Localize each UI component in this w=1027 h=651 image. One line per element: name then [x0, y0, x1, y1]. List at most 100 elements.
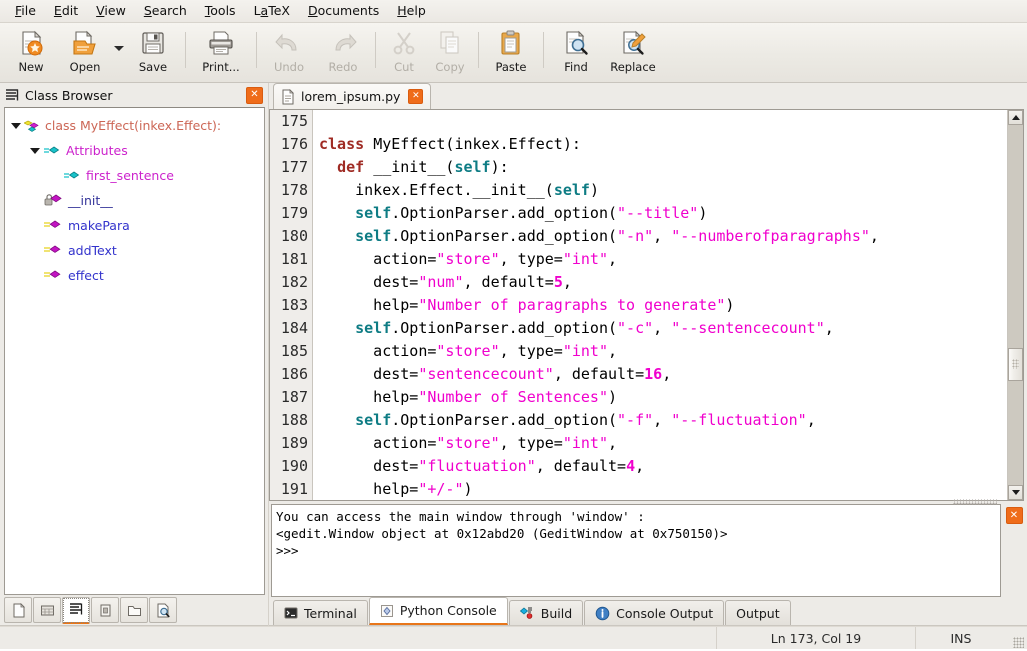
code-line: def __init__(self): — [337, 158, 509, 176]
code-view[interactable]: 175 176 177 178 179 180 181 182 183 184 185 186 187 1… — [270, 110, 1007, 500]
tab-build[interactable]: Build — [508, 600, 584, 625]
side-panel-close-icon[interactable] — [246, 86, 263, 104]
cut-button[interactable]: Cut — [381, 26, 427, 81]
undo-arrow-icon — [274, 29, 304, 57]
code-text[interactable]: class MyEffect(inkex.Effect): def __init… — [313, 110, 1007, 500]
document-tab-close-icon[interactable] — [408, 89, 424, 104]
code-line: self.OptionParser.add_option("--title") — [355, 204, 708, 222]
menu-item-view[interactable]: View — [87, 1, 135, 21]
line-number: 178 — [280, 181, 308, 199]
code-line: dest="fluctuation", default=4, — [319, 457, 645, 475]
window-resize-grip[interactable] — [1006, 626, 1027, 651]
code-line: help="+/-") — [319, 480, 473, 498]
line-number-gutter: 175 176 177 178 179 180 181 182 183 184 185 186 187 1… — [270, 110, 313, 500]
open-dropdown-button[interactable] — [112, 26, 126, 78]
panel-button-documents[interactable] — [4, 597, 32, 623]
replace-button[interactable]: Replace — [603, 26, 663, 81]
bottom-panel-close-icon[interactable] — [1005, 507, 1023, 524]
tree-item-effect[interactable]: effect — [5, 263, 264, 288]
code-line: help="Number of paragraphs to generate") — [319, 296, 735, 314]
main-body: Class Browser class MyE — [0, 83, 1027, 626]
tree-item-init[interactable]: __init__ — [5, 188, 264, 213]
paste-button[interactable]: Paste — [484, 26, 538, 81]
panel-button-class-browser[interactable] — [62, 596, 90, 624]
menu-item-latex[interactable]: LaTeX — [245, 1, 299, 21]
bottom-panel-tabs: Terminal Python Console Build Console Ou… — [269, 597, 1027, 626]
code-line: self.OptionParser.add_option("-f", "--fl… — [355, 411, 816, 429]
tree-item-makepara[interactable]: makePara — [5, 213, 264, 238]
class-browser-icon — [69, 602, 84, 617]
menu-item-file[interactable]: File — [6, 1, 45, 21]
save-button[interactable]: Save — [126, 26, 180, 81]
tab-label: Console Output — [616, 605, 714, 621]
expander-toggle[interactable] — [8, 118, 24, 134]
find-button[interactable]: Find — [549, 26, 603, 81]
printer-icon — [206, 29, 236, 57]
open-folder-icon — [70, 29, 100, 57]
find-magnifier-icon — [561, 29, 591, 57]
print-button[interactable]: Print... — [191, 26, 251, 81]
menu-item-help[interactable]: Help — [388, 1, 435, 21]
snippets-icon — [98, 603, 113, 618]
code-line: inkex.Effect.__init__(self) — [319, 181, 599, 199]
attributes-node-icon — [43, 143, 62, 159]
class-tree-container[interactable]: class MyEffect(inkex.Effect): Attributes — [4, 107, 265, 595]
new-button[interactable]: New — [4, 26, 58, 81]
copy-button[interactable]: Copy — [427, 26, 473, 81]
document-tab-lorem-ipsum[interactable]: lorem_ipsum.py — [273, 83, 432, 109]
tree-item-label: makePara — [68, 218, 130, 233]
build-icon — [519, 606, 535, 620]
code-line: action="store", type="int", — [319, 342, 618, 360]
menu-item-tools[interactable]: Tools — [196, 1, 245, 21]
python-console-output[interactable]: You can access the main window through '… — [271, 504, 1001, 597]
python-file-icon — [281, 88, 295, 105]
tree-item-first-sentence[interactable]: first_sentence — [5, 163, 264, 188]
open-button[interactable]: Open — [58, 26, 112, 81]
panel-resize-grip[interactable] — [953, 499, 997, 505]
document-tab-strip: lorem_ipsum.py — [269, 83, 1027, 109]
panel-button-snippets[interactable] — [91, 597, 119, 623]
tab-label: Output — [736, 605, 780, 621]
tree-item-addtext[interactable]: addText — [5, 238, 264, 263]
tab-console-output[interactable]: Console Output — [584, 600, 725, 625]
print-button-label: Print... — [202, 60, 240, 74]
python-console-icon — [380, 604, 394, 618]
class-browser-icon — [4, 87, 20, 103]
editor-area: lorem_ipsum.py 1751761771781791801811821… — [269, 83, 1027, 626]
scrollbar-thumb[interactable] — [1008, 348, 1023, 381]
panel-button-folder[interactable] — [120, 597, 148, 623]
redo-arrow-icon — [328, 29, 358, 57]
scrollbar-track[interactable] — [1008, 125, 1023, 485]
bottom-panel: You can access the main window through '… — [269, 499, 1027, 626]
expander-toggle[interactable] — [27, 143, 43, 159]
tree-item-label: effect — [68, 268, 104, 283]
panel-button-document-search[interactable] — [149, 597, 177, 623]
toolbar: New Open Save Print... Undo Redo Cut Cop… — [0, 23, 1027, 83]
tab-terminal[interactable]: Terminal — [273, 600, 368, 625]
panel-button-file-browser[interactable] — [33, 597, 61, 623]
scroll-up-button[interactable] — [1008, 110, 1023, 125]
tree-item-class[interactable]: class MyEffect(inkex.Effect): — [5, 113, 264, 138]
clipboard-icon — [496, 29, 526, 57]
undo-button[interactable]: Undo — [262, 26, 316, 81]
tab-output[interactable]: Output — [725, 600, 791, 625]
tree-item-label: first_sentence — [86, 168, 174, 183]
line-number: 187 — [280, 388, 308, 406]
line-number: 189 — [280, 434, 308, 452]
toolbar-separator — [478, 32, 479, 68]
method-node-icon — [43, 218, 64, 234]
scroll-down-button[interactable] — [1008, 485, 1023, 500]
menu-item-edit[interactable]: Edit — [45, 1, 87, 21]
editor-vertical-scrollbar[interactable] — [1007, 110, 1023, 500]
menu-item-documents[interactable]: Documents — [299, 1, 388, 21]
tree-item-attributes[interactable]: Attributes — [5, 138, 264, 163]
code-line: self.OptionParser.add_option("-c", "--se… — [355, 319, 834, 337]
line-number: 181 — [280, 250, 308, 268]
tab-python-console[interactable]: Python Console — [368, 597, 508, 625]
status-insert-mode[interactable]: INS — [916, 627, 1006, 649]
toolbar-separator — [375, 32, 376, 68]
scissors-icon — [389, 29, 419, 57]
menu-item-search[interactable]: Search — [135, 1, 196, 21]
redo-button[interactable]: Redo — [316, 26, 370, 81]
